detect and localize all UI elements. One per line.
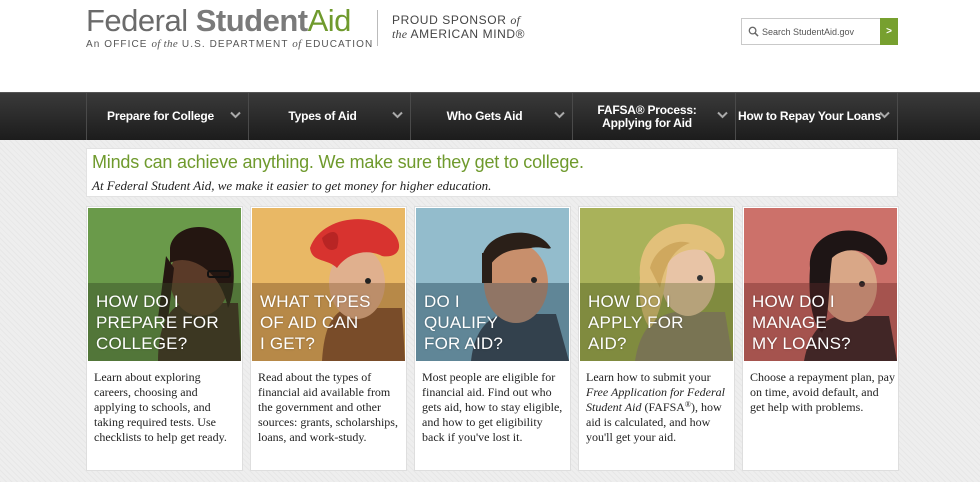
- logo-word-student: Student: [195, 3, 308, 38]
- caption-line: prepare for: [96, 313, 219, 332]
- nav-item-fafsa-process[interactable]: FAFSA® Process: Applying for Aid: [572, 93, 735, 140]
- logo-subtitle-the: the: [160, 38, 178, 50]
- site-header: Federal StudentAid An OFFICE of the U.S.…: [0, 0, 980, 92]
- federal-student-aid-logo[interactable]: Federal StudentAid An OFFICE of the U.S.…: [86, 4, 373, 51]
- caption-line: qualify: [424, 313, 499, 332]
- chevron-down-icon: [230, 111, 241, 119]
- header-divider: [377, 10, 378, 46]
- logo-subtitle-pre: An OFFICE: [86, 39, 152, 50]
- card-description: Learn how to submit your Free Applicatio…: [586, 370, 732, 445]
- card-photo: How do I manage my loans?: [744, 208, 897, 361]
- sponsor-line-1: PROUD SPONSOR of: [392, 13, 525, 27]
- main-content: Minds can achieve anything. We make sure…: [0, 140, 980, 482]
- caption-line: apply for: [588, 313, 684, 332]
- card-apply-for-aid[interactable]: How do I apply for aid? Learn how to sub…: [578, 206, 735, 471]
- caption-line: How do I: [752, 292, 835, 311]
- card-photo: What types of aid can I get?: [252, 208, 405, 361]
- nav-item-label: Who Gets Aid: [446, 109, 523, 123]
- logo-word-federal: Federal: [86, 3, 188, 38]
- nav-item-label: FAFSA® Process: Applying for Aid: [597, 102, 697, 130]
- card-description: Most people are eligible for financial a…: [422, 370, 563, 444]
- logo-subtitle-end: EDUCATION: [301, 39, 374, 50]
- card-caption: What types of aid can I get?: [260, 291, 401, 354]
- main-navigation: Prepare for College Types of Aid Who Get…: [0, 92, 980, 140]
- caption-line: college?: [96, 334, 188, 353]
- intro-banner: Minds can achieve anything. We make sure…: [86, 148, 898, 197]
- caption-line: aid?: [588, 334, 627, 353]
- card-description: Read about the types of financial aid av…: [258, 370, 398, 444]
- logo-subtitle: An OFFICE of the U.S. DEPARTMENT of EDUC…: [86, 38, 373, 50]
- caption-line: I get?: [260, 334, 316, 353]
- caption-line: Do I: [424, 292, 460, 311]
- chevron-down-icon: [554, 111, 565, 119]
- card-caption: How do I prepare for college?: [96, 291, 237, 354]
- card-caption: How do I manage my loans?: [752, 291, 893, 354]
- intro-subheadline: At Federal Student Aid, we make it easie…: [92, 178, 492, 193]
- nav-item-prepare-for-college[interactable]: Prepare for College: [86, 93, 248, 140]
- search-input[interactable]: [762, 20, 878, 43]
- card-photo: How do I prepare for college?: [88, 208, 241, 361]
- sponsor-of: of: [510, 13, 521, 27]
- caption-line: for aid?: [424, 334, 504, 353]
- chevron-down-icon: [717, 111, 728, 119]
- nav-item-types-of-aid[interactable]: Types of Aid: [248, 93, 410, 140]
- card-photo: Do I qualify for aid?: [416, 208, 569, 361]
- card-text-part: (FAFSA: [641, 400, 685, 414]
- logo-subtitle-mid: U.S. DEPARTMENT: [178, 39, 293, 50]
- caption-line: How do I: [96, 292, 179, 311]
- sponsor-tagline: PROUD SPONSOR of the AMERICAN MIND®: [392, 13, 525, 41]
- caption-line: manage: [752, 313, 827, 332]
- logo-word-aid: Aid: [307, 3, 352, 38]
- chevron-down-icon: [392, 111, 403, 119]
- sponsor-the: the: [392, 27, 408, 41]
- search-box: [741, 18, 881, 45]
- card-text-part: Learn how to submit your: [586, 370, 711, 384]
- caption-line: How do I: [588, 292, 671, 311]
- card-prepare-for-college[interactable]: How do I prepare for college? Learn abou…: [86, 206, 243, 471]
- nav-item-who-gets-aid[interactable]: Who Gets Aid: [410, 93, 572, 140]
- card-caption: How do I apply for aid?: [588, 291, 729, 354]
- search-icon: [744, 19, 762, 44]
- card-caption: Do I qualify for aid?: [424, 291, 565, 354]
- nav-item-label: Prepare for College: [107, 109, 214, 123]
- nav-item-repay-loans[interactable]: How to Repay Your Loans: [735, 93, 898, 140]
- card-photo: How do I apply for aid?: [580, 208, 733, 361]
- card-qualify-for-aid[interactable]: Do I qualify for aid? Most people are el…: [414, 206, 571, 471]
- sponsor-text-2: AMERICAN MIND®: [410, 27, 526, 41]
- card-description: Choose a repayment plan, pay on time, av…: [750, 370, 895, 414]
- sponsor-text-1: PROUD SPONSOR: [392, 13, 507, 27]
- logo-title: Federal StudentAid: [86, 4, 373, 38]
- card-types-of-aid[interactable]: What types of aid can I get? Read about …: [250, 206, 407, 471]
- logo-subtitle-of: of: [151, 38, 161, 50]
- caption-line: my loans?: [752, 334, 851, 353]
- search-submit-button[interactable]: >: [880, 18, 898, 45]
- caption-line: What types: [260, 292, 371, 311]
- nav-item-label: Types of Aid: [288, 109, 357, 123]
- card-manage-loans[interactable]: How do I manage my loans? Choose a repay…: [742, 206, 899, 471]
- caption-line: of aid can: [260, 313, 359, 332]
- chevron-down-icon: [879, 111, 890, 119]
- sponsor-line-2: the AMERICAN MIND®: [392, 27, 525, 41]
- nav-item-label: How to Repay Your Loans: [738, 109, 881, 123]
- intro-headline: Minds can achieve anything. We make sure…: [92, 152, 584, 172]
- card-description: Learn about exploring careers, choosing …: [94, 370, 227, 444]
